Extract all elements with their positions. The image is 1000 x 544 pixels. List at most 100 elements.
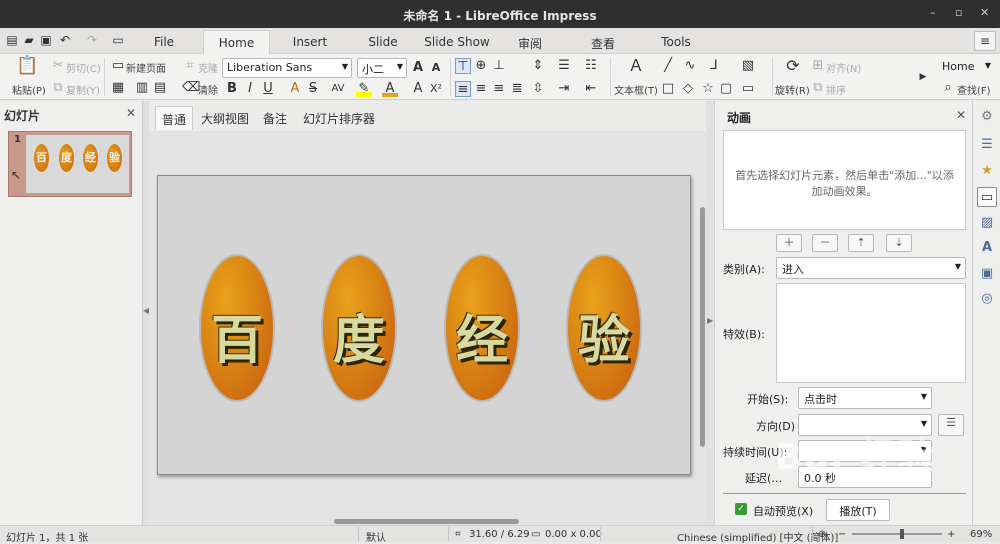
move-up-button[interactable]: ⇡ <box>848 234 874 252</box>
tab-slide-sorter[interactable]: 幻灯片排序器 <box>297 106 381 130</box>
align-center-icon[interactable]: ≡ <box>473 81 489 97</box>
line-style-icon[interactable]: ▭ <box>740 81 756 97</box>
diamond-icon[interactable]: ◇ <box>680 81 696 97</box>
navigator-icon[interactable]: ◎ <box>977 289 997 309</box>
paragraph-spacing-icon[interactable]: ⇳ <box>530 81 546 97</box>
rotate-icon[interactable]: ⟳ <box>783 58 803 74</box>
align-left-icon[interactable]: ≡ <box>455 81 471 97</box>
cut-icon[interactable]: ✂ <box>50 58 66 74</box>
char-spacing-icon[interactable]: AV <box>330 81 346 97</box>
grow-font-icon[interactable]: A <box>410 60 426 76</box>
category-select[interactable]: 进入 ▼ <box>776 257 966 279</box>
close-icon[interactable]: ✕ <box>956 108 966 122</box>
cut-button[interactable]: 剪切(C) <box>66 60 101 75</box>
justify-icon[interactable]: ≣ <box>509 81 525 97</box>
star-icon[interactable]: ☆ <box>700 81 716 97</box>
font-size-combo[interactable]: 小二 ▼ <box>357 58 407 78</box>
collapse-right-icon[interactable]: ▶ <box>707 316 713 325</box>
new-document-icon[interactable]: ▤ <box>4 32 20 48</box>
slide-thumbnail[interactable]: 1 ↖ 百 度 经 验 <box>8 131 132 197</box>
remove-effect-button[interactable]: － <box>812 234 838 252</box>
arrange-button[interactable]: 排序 <box>826 82 846 97</box>
settings-icon[interactable]: ⚙ <box>977 107 997 127</box>
superscript-icon[interactable]: X² <box>428 81 444 97</box>
numbering-icon[interactable]: ☷ <box>583 58 599 74</box>
shadow-icon[interactable]: A <box>287 81 303 97</box>
align-right-icon[interactable]: ≡ <box>491 81 507 97</box>
effect-options-button[interactable]: ☰ <box>938 414 964 436</box>
arrange-icon[interactable]: ⧉ <box>810 80 826 96</box>
tab-slide-show[interactable]: Slide Show <box>422 30 492 54</box>
tab-outline[interactable]: 大纲视图 <box>195 106 255 130</box>
area-fill-icon[interactable]: ▧ <box>740 58 756 74</box>
curve-icon[interactable]: ∿ <box>682 58 698 74</box>
slide-oval[interactable]: 经 <box>444 254 520 402</box>
clear-format-icon[interactable]: A <box>410 81 426 97</box>
master-slides-icon[interactable]: ▨ <box>977 213 997 233</box>
clear-icon[interactable]: ⌫ <box>182 80 200 96</box>
horizontal-scrollbar[interactable] <box>149 517 706 525</box>
tab-notes[interactable]: 备注 <box>257 106 293 130</box>
find-icon[interactable]: ⌕ <box>940 80 956 96</box>
underline-icon[interactable]: U <box>260 81 276 97</box>
align-middle-icon[interactable]: ⊕ <box>473 58 489 74</box>
new-page-icon[interactable]: ▭ <box>110 58 126 74</box>
italic-icon[interactable]: I <box>242 81 258 97</box>
paste-icon[interactable]: 📋 <box>16 57 38 75</box>
slide[interactable]: 百 度 经 验 <box>157 175 691 475</box>
properties-icon[interactable]: ☰ <box>977 135 997 155</box>
tab-tools[interactable]: Tools <box>652 30 700 54</box>
tab-slide[interactable]: Slide <box>360 30 406 54</box>
highlight-icon[interactable]: ✎ <box>356 81 372 97</box>
zoom-in-icon[interactable]: + <box>947 529 955 540</box>
right-splitter[interactable]: ▶ <box>706 101 714 525</box>
open-folder-icon[interactable]: ▰ <box>21 32 37 48</box>
redo-icon[interactable]: ↷ <box>84 32 100 48</box>
effect-list[interactable] <box>776 283 966 383</box>
clear-button[interactable]: 清除 <box>198 82 218 97</box>
vertical-scrollbar[interactable] <box>698 131 706 517</box>
close-window-button[interactable]: ✕ <box>980 6 989 19</box>
clone-button[interactable]: 克隆 <box>198 60 218 75</box>
undo-icon[interactable]: ↶ <box>57 32 73 48</box>
ribbon-scroll-right-icon[interactable]: ▶ <box>915 69 931 85</box>
presentation-icon[interactable]: ▭ <box>110 32 126 48</box>
home-combo[interactable]: Home ▼ <box>938 58 994 78</box>
font-name-combo[interactable]: Liberation Sans ▼ <box>222 58 352 78</box>
tab-normal[interactable]: 普通 <box>155 106 194 130</box>
minimize-button[interactable]: – <box>930 6 936 19</box>
rotate-button[interactable]: 旋转(R) <box>775 82 810 97</box>
paste-button[interactable]: 粘贴(P) <box>12 82 46 97</box>
align-bottom-icon[interactable]: ⊥ <box>491 58 507 74</box>
close-icon[interactable]: ✕ <box>126 106 136 120</box>
shrink-font-icon[interactable]: A <box>428 60 444 76</box>
bold-icon[interactable]: B <box>224 81 240 97</box>
tab-view[interactable]: 查看 <box>583 30 623 54</box>
animation-icon[interactable]: ▭ <box>977 187 997 207</box>
add-effect-button[interactable]: ＋ <box>776 234 802 252</box>
tab-file[interactable]: File <box>140 30 188 54</box>
line-icon[interactable]: ╱ <box>660 58 676 74</box>
bullets-icon[interactable]: ☰ <box>556 58 572 74</box>
slide-oval[interactable]: 百 <box>199 254 275 402</box>
zoom-out-icon[interactable]: − <box>838 529 846 540</box>
start-select[interactable]: 点击时 ▼ <box>798 387 932 409</box>
hamburger-menu-icon[interactable]: ≡ <box>974 31 996 51</box>
play-button[interactable]: 播放(T) <box>826 499 890 521</box>
line-spacing-icon[interactable]: ⇕ <box>530 58 546 74</box>
indent-icon[interactable]: ⇥ <box>556 81 572 97</box>
copy-icon[interactable]: ⧉ <box>50 80 66 96</box>
gallery-icon[interactable]: ▣ <box>977 264 997 284</box>
align-objects-icon[interactable]: ⊞ <box>810 58 826 74</box>
outdent-icon[interactable]: ⇤ <box>583 81 599 97</box>
restore-button[interactable]: ▫ <box>955 6 962 19</box>
zoom-level[interactable]: 69% <box>970 529 992 540</box>
move-down-button[interactable]: ⇣ <box>886 234 912 252</box>
font-color-icon[interactable]: A <box>382 81 398 97</box>
find-button[interactable]: 查找(F) <box>957 82 991 97</box>
slide-oval[interactable]: 验 <box>566 254 642 402</box>
connector-icon[interactable]: ⅃ <box>706 58 722 74</box>
zoom-slider[interactable] <box>852 533 942 535</box>
styles-icon[interactable]: A <box>977 238 997 258</box>
animation-list[interactable]: 首先选择幻灯片元素，然后单击"添加..."以添加动画效果。 <box>723 130 966 230</box>
